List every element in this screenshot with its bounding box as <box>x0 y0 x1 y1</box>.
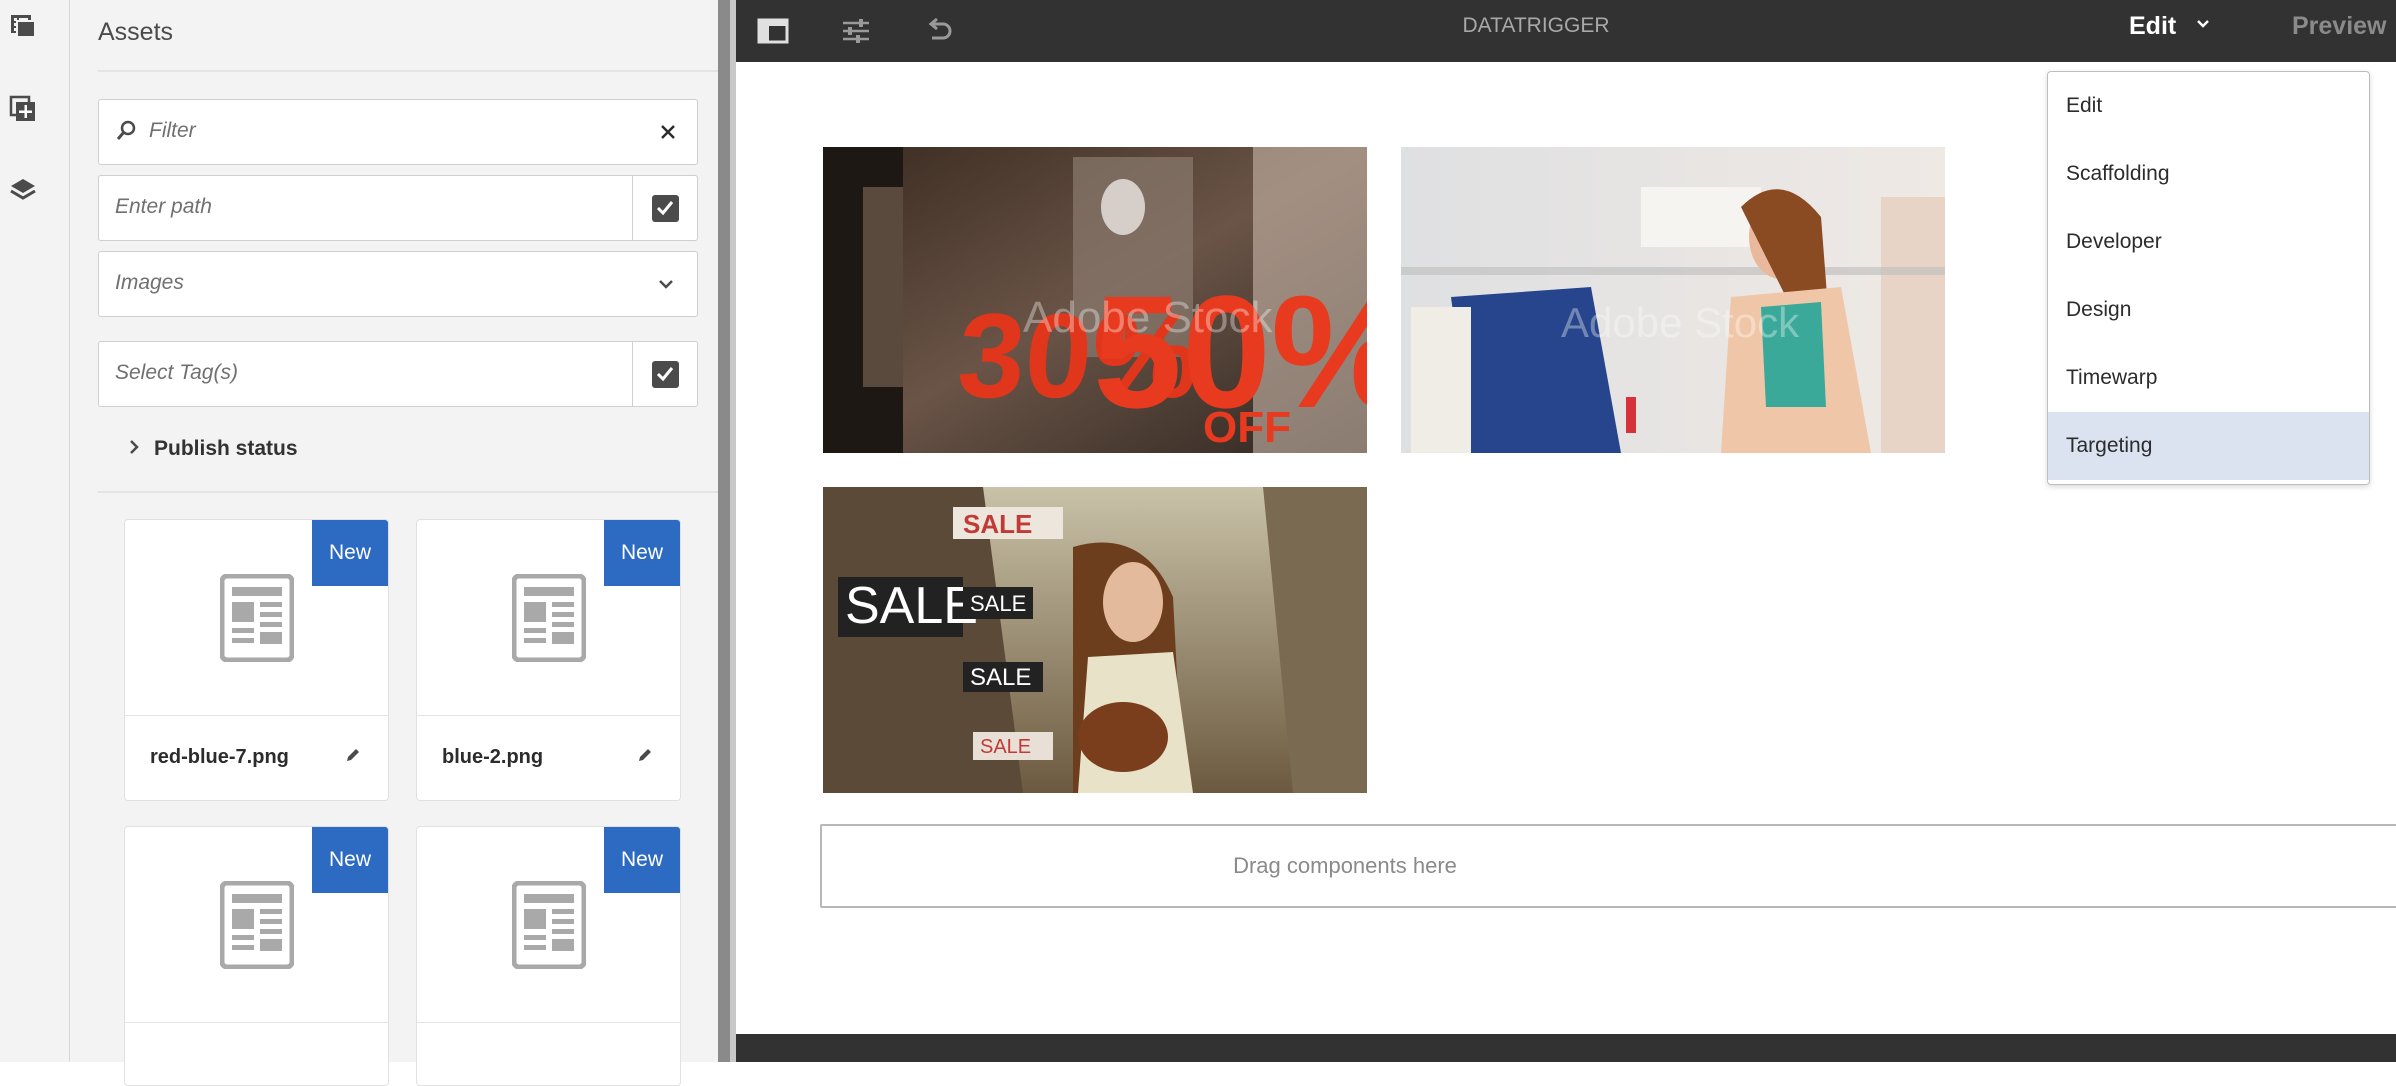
menu-item-timewarp[interactable]: Timewarp <box>2048 344 2369 412</box>
new-badge: New <box>312 520 388 586</box>
off-text: OFF <box>1203 403 1291 452</box>
filter-field[interactable]: Filter <box>98 99 698 165</box>
edit-pencil-icon[interactable] <box>636 746 654 769</box>
publish-status-label: Publish status <box>154 437 298 460</box>
menu-item-edit[interactable]: Edit <box>2048 72 2369 140</box>
assets-panel: Assets Filter Enter path Images Select T… <box>70 0 718 1086</box>
tags-field[interactable]: Select Tag(s) <box>98 341 698 407</box>
tags-checkbox[interactable] <box>633 342 697 406</box>
new-badge: New <box>604 520 680 586</box>
asset-card[interactable]: New <box>416 826 681 1086</box>
asset-name: blue-2.png <box>442 746 544 768</box>
sale-sign-text: SALE <box>980 736 1031 758</box>
panel-title: Assets <box>98 18 174 46</box>
document-icon <box>511 573 586 662</box>
asset-card[interactable]: New red-blue-7.png <box>124 519 389 801</box>
asset-name: red-blue-7.png <box>150 746 289 768</box>
watermark-text: Adobe Stock <box>1561 299 1800 346</box>
dropzone-label: Drag components here <box>1233 853 1457 878</box>
chevron-down-icon[interactable] <box>2195 12 2211 41</box>
editor-bottom-bar <box>736 1034 2396 1062</box>
divider <box>98 491 718 493</box>
document-icon <box>219 573 294 662</box>
tags-input[interactable]: Select Tag(s) <box>115 361 238 385</box>
asset-type-value: Images <box>115 271 184 294</box>
new-badge: New <box>604 827 680 893</box>
add-component-icon[interactable] <box>0 86 46 132</box>
mode-menu: Edit Scaffolding Developer Design Timewa… <box>2047 71 2370 485</box>
assets-filmstrip-icon[interactable] <box>0 3 46 49</box>
watermark-text: Adobe Stock <box>1023 293 1273 342</box>
asset-card[interactable]: New blue-2.png <box>416 519 681 801</box>
menu-item-design[interactable]: Design <box>2048 276 2369 344</box>
checkmark-icon <box>651 194 679 222</box>
new-badge: New <box>312 827 388 893</box>
sale-window-image[interactable]: 30% 50% OFF Adobe Stock <box>823 147 1367 453</box>
component-dropzone[interactable]: Drag components here <box>820 824 2396 908</box>
menu-item-scaffolding[interactable]: Scaffolding <box>2048 140 2369 208</box>
chevron-down-icon <box>657 275 675 298</box>
sale-sign-text: SALE <box>963 509 1032 539</box>
search-icon <box>115 120 137 147</box>
menu-item-targeting[interactable]: Targeting <box>2048 412 2369 480</box>
menu-item-developer[interactable]: Developer <box>2048 208 2369 276</box>
sale-sign-text: SALE <box>970 664 1031 691</box>
sale-sign-text: SALE <box>970 591 1026 616</box>
asset-type-select[interactable]: Images <box>98 251 698 317</box>
chevron-right-icon <box>128 437 140 461</box>
asset-card[interactable]: New <box>124 826 389 1086</box>
edit-pencil-icon[interactable] <box>344 746 362 769</box>
preview-button[interactable]: Preview <box>2292 12 2387 41</box>
divider <box>98 70 718 72</box>
shopping-woman-image[interactable]: Adobe Stock <box>1401 147 1945 453</box>
path-field[interactable]: Enter path <box>98 175 698 241</box>
layers-icon[interactable] <box>0 167 46 213</box>
document-icon <box>511 880 586 969</box>
mode-selector[interactable]: Edit <box>2129 12 2176 41</box>
close-icon[interactable] <box>659 123 677 146</box>
publish-status-toggle[interactable]: Publish status <box>128 437 298 461</box>
path-checkbox[interactable] <box>633 176 697 240</box>
path-input[interactable]: Enter path <box>115 195 212 219</box>
side-rail <box>0 0 70 1062</box>
checkmark-icon <box>651 360 679 388</box>
editor-toolbar: DATATRIGGER Edit Preview <box>736 0 2396 62</box>
document-icon <box>219 880 294 969</box>
sale-sign-text: SALE <box>845 577 978 635</box>
filter-input[interactable]: Filter <box>149 119 196 143</box>
sale-street-image[interactable]: SALE SALE SALE SALE SALE <box>823 487 1367 793</box>
